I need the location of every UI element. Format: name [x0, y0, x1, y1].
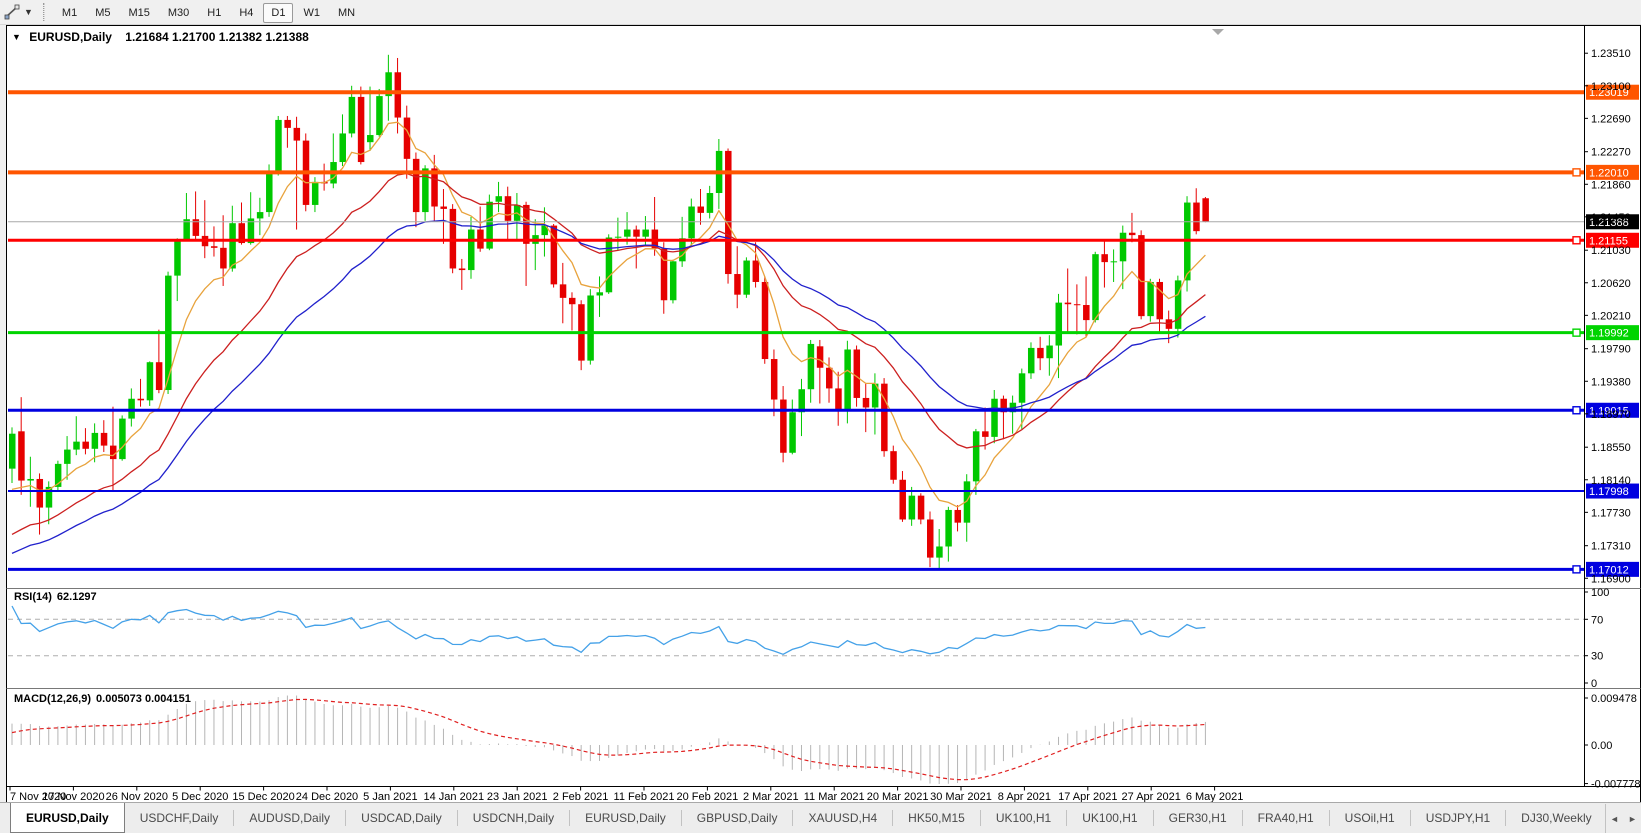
svg-text:1.21450: 1.21450 [1591, 212, 1631, 224]
timeframe-button-m5[interactable]: M5 [87, 3, 118, 23]
svg-text:1.17998: 1.17998 [1589, 486, 1629, 498]
svg-text:1.19790: 1.19790 [1591, 344, 1631, 356]
chart-tab-eurusd-daily[interactable]: EURUSD,Daily [10, 803, 125, 833]
mt4-terminal: ▼ M1M5M15M30H1H4D1W1MN 1.230191.220101.2… [0, 0, 1641, 833]
svg-text:1.22690: 1.22690 [1591, 113, 1631, 125]
timeframe-button-m1[interactable]: M1 [54, 3, 85, 23]
svg-text:1.17310: 1.17310 [1591, 541, 1631, 553]
timeframe-button-mn[interactable]: MN [330, 3, 363, 23]
chart-tabs: EURUSD,DailyUSDCHF,DailyAUDUSD,DailyUSDC… [0, 803, 1641, 833]
timeframe-button-h1[interactable]: H1 [199, 3, 229, 23]
svg-text:1.18140: 1.18140 [1591, 475, 1631, 487]
symbol-dropdown-icon[interactable]: ▼ [12, 32, 21, 42]
line-studies-icon[interactable] [2, 3, 22, 21]
svg-text:1.16900: 1.16900 [1591, 573, 1631, 585]
chart-tab-uk100-h1[interactable]: UK100,H1 [981, 803, 1066, 833]
svg-text:0.00: 0.00 [1591, 740, 1612, 752]
chart-tab-usdcad-daily[interactable]: USDCAD,Daily [346, 803, 457, 833]
timeframe-button-d1[interactable]: D1 [263, 3, 293, 23]
chart-tab-gbpusd-daily[interactable]: GBPUSD,Daily [682, 803, 793, 833]
chart-tab-fra40-h1[interactable]: FRA40,H1 [1243, 803, 1329, 833]
toolbar-dropdown-icon[interactable]: ▼ [24, 7, 33, 17]
svg-text:1.18970: 1.18970 [1591, 409, 1631, 421]
svg-text:1.23100: 1.23100 [1591, 81, 1631, 93]
chart-tab-uk100-h1[interactable]: UK100,H1 [1067, 803, 1152, 833]
macd-value: 0.005073 0.004151 [96, 693, 191, 705]
svg-text:0.009478: 0.009478 [1591, 693, 1637, 705]
tab-scroll-controls: ◄ ► [1605, 804, 1641, 833]
toolbar-grip[interactable] [43, 3, 45, 21]
chart-tab-dj30-weekly[interactable]: DJ30,Weekly [1506, 803, 1606, 833]
chart-tab-xauusd-h4[interactable]: XAUUSD,H4 [793, 803, 892, 833]
timeframe-button-m15[interactable]: M15 [120, 3, 157, 23]
svg-text:1.21030: 1.21030 [1591, 245, 1631, 257]
svg-text:1.17730: 1.17730 [1591, 507, 1631, 519]
timeframe-toolbar: ▼ M1M5M15M30H1H4D1W1MN [0, 0, 1641, 25]
macd-name: MACD(12,26,9) [14, 693, 91, 705]
chart-tab-usoil-h1[interactable]: USOil,H1 [1330, 803, 1410, 833]
svg-text:100: 100 [1591, 587, 1609, 599]
rsi-name: RSI(14) [14, 591, 52, 603]
timeframe-buttons: M1M5M15M30H1H4D1W1MN [53, 3, 364, 21]
chart-window: 1.230191.220101.211551.199921.190151.179… [0, 25, 1641, 803]
chart-ohlc-readout: 1.21684 1.21700 1.21382 1.21388 [125, 30, 309, 44]
chart-tab-bar: EURUSD,DailyUSDCHF,DailyAUDUSD,DailyUSDC… [0, 802, 1641, 833]
timeframe-button-m30[interactable]: M30 [160, 3, 197, 23]
svg-text:1.22010: 1.22010 [1589, 167, 1629, 179]
macd-indicator-label: MACD(12,26,9) 0.005073 0.004151 [14, 693, 191, 705]
tab-scroll-left-icon[interactable]: ◄ [1606, 804, 1623, 833]
chart-tab-audusd-daily[interactable]: AUDUSD,Daily [234, 803, 345, 833]
chart-tab-usdcnh-daily[interactable]: USDCNH,Daily [458, 803, 569, 833]
svg-text:1.22270: 1.22270 [1591, 147, 1631, 159]
rsi-value: 62.1297 [57, 591, 97, 603]
svg-text:1.19992: 1.19992 [1589, 328, 1629, 340]
svg-text:0: 0 [1591, 678, 1597, 690]
chart-symbol: EURUSD,Daily [29, 30, 112, 44]
svg-text:1.21860: 1.21860 [1591, 179, 1631, 191]
rsi-indicator-label: RSI(14) 62.1297 [14, 591, 97, 603]
svg-text:-0.007778: -0.007778 [1591, 779, 1641, 791]
timeframe-button-h4[interactable]: H4 [231, 3, 261, 23]
chart-tab-usdchf-daily[interactable]: USDCHF,Daily [125, 803, 234, 833]
timeframe-button-w1[interactable]: W1 [295, 3, 328, 23]
chart-canvas[interactable]: 1.230191.220101.211551.199921.190151.179… [0, 25, 1641, 803]
chart-title[interactable]: ▼ EURUSD,Daily 1.21684 1.21700 1.21382 1… [12, 30, 309, 44]
svg-text:1.18550: 1.18550 [1591, 442, 1631, 454]
svg-text:1.20620: 1.20620 [1591, 278, 1631, 290]
svg-text:1.23510: 1.23510 [1591, 48, 1631, 60]
chart-tab-usdjpy-h1[interactable]: USDJPY,H1 [1411, 803, 1505, 833]
svg-text:1.19380: 1.19380 [1591, 376, 1631, 388]
svg-text:30: 30 [1591, 651, 1603, 663]
tab-scroll-right-icon[interactable]: ► [1624, 804, 1641, 833]
svg-text:70: 70 [1591, 614, 1603, 626]
chart-tab-hk50-m15[interactable]: HK50,M15 [893, 803, 980, 833]
chart-tab-eurusd-daily[interactable]: EURUSD,Daily [570, 803, 681, 833]
svg-text:1.20210: 1.20210 [1591, 310, 1631, 322]
chart-tab-ger30-h1[interactable]: GER30,H1 [1154, 803, 1242, 833]
